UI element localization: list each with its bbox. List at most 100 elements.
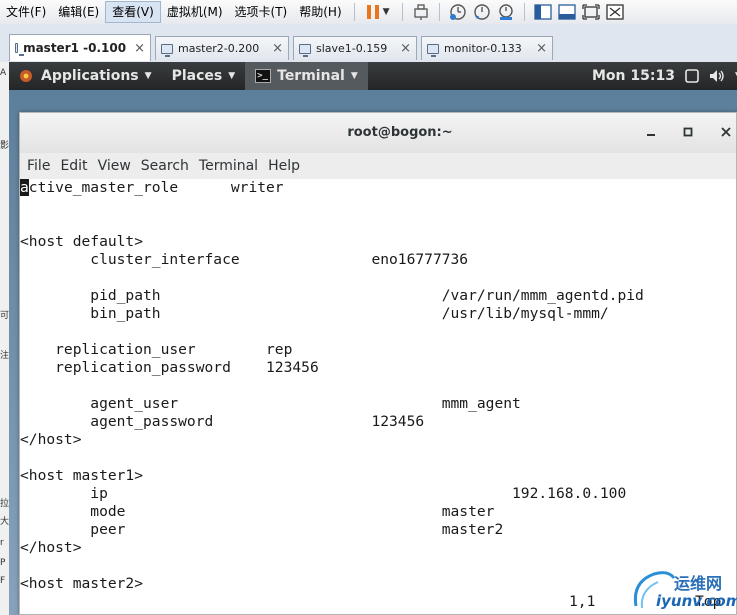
pause-icon (366, 5, 379, 19)
chevron-down-icon: ▼ (144, 71, 152, 81)
watermark-cn: 运维网 (674, 574, 723, 593)
terminal-app-menu[interactable]: >_ Terminal ▼ (245, 62, 368, 90)
places-menu[interactable]: Places ▼ (162, 62, 246, 90)
menu-file[interactable]: File (20, 158, 50, 174)
tab-slave1[interactable]: slave1-0.159 × (293, 36, 417, 60)
strip-glyph: P (0, 558, 6, 568)
terminal-line: <host master2> (20, 575, 144, 592)
strip-glyph: r (0, 538, 4, 548)
cursor-position: 1,1 (569, 593, 596, 610)
gnome-topbar: Applications ▼ Places ▼ >_ Terminal ▼ Mo… (9, 62, 737, 90)
volume-icon (710, 70, 724, 82)
menu-help[interactable]: 帮助(H) (293, 1, 347, 23)
fullscreen-icon (581, 4, 600, 20)
revert-snapshot-button[interactable] (472, 2, 492, 22)
show-library-button[interactable] (533, 2, 553, 22)
terminal-content[interactable]: active_master_role writer <host default> … (20, 179, 736, 614)
close-icon[interactable]: × (264, 41, 283, 56)
maximize-button[interactable] (679, 123, 697, 141)
terminal-line: <host default> (20, 233, 144, 250)
send-keys-icon (413, 4, 428, 20)
clock[interactable]: Mon 15:13 (592, 62, 675, 90)
snapshot-manager-button[interactable] (496, 2, 516, 22)
tab-label: slave1-0.159 (316, 42, 388, 55)
pause-dropdown-icon[interactable]: ▼ (383, 7, 390, 17)
tab-master1[interactable]: master1 -0.100 × (9, 34, 151, 61)
host-menubar: 文件(F) 编辑(E) 查看(V) 虚拟机(M) 选项卡(T) 帮助(H) ▼ (0, 0, 737, 25)
terminal-app-label: Terminal (277, 68, 345, 84)
fullscreen-button[interactable] (581, 2, 601, 22)
close-button[interactable] (717, 123, 735, 141)
vm-icon (299, 43, 311, 57)
thumbnail-icon (557, 4, 576, 20)
strip-glyph: 拉 (0, 499, 9, 509)
tab-monitor[interactable]: monitor-0.133 × (421, 36, 553, 60)
window-title: root@bogon:~ (347, 125, 453, 140)
applications-menu[interactable]: Applications ▼ (9, 62, 162, 90)
vm-icon (15, 43, 25, 56)
watermark-en: iyunv.com (656, 592, 737, 610)
menu-terminal[interactable]: Terminal (192, 158, 258, 174)
maximize-icon (683, 127, 693, 137)
terminal-line: bin_path /usr/lib/mysql-mmm/ (20, 305, 609, 322)
menu-help[interactable]: Help (261, 158, 300, 174)
tab-label: monitor-0.133 (444, 42, 522, 55)
terminal-line: cluster_interface eno16777736 (20, 251, 469, 268)
strip-glyph: F (0, 576, 6, 586)
strip-glyph: 可 (0, 311, 9, 321)
terminal-line: agent_user mmm_agent (20, 395, 521, 412)
vm-icon (427, 43, 439, 57)
strip-glyph: 大 (0, 517, 9, 527)
menu-edit[interactable]: Edit (53, 158, 87, 174)
terminal-line: ip 192.168.0.100 (20, 485, 627, 502)
show-library-icon (533, 4, 552, 20)
strip-glyph: A (0, 68, 7, 78)
terminal-icon: >_ (255, 69, 272, 83)
watermark: 运维网 iyunv.com (628, 566, 737, 615)
menu-tabs[interactable]: 选项卡(T) (229, 1, 294, 23)
terminal-titlebar[interactable]: root@bogon:~ (20, 113, 736, 153)
terminal-line: replication_password 123456 (20, 359, 319, 376)
terminal-line: </host> (20, 539, 82, 556)
unity-button[interactable] (605, 2, 625, 22)
close-icon (721, 127, 731, 137)
menu-view[interactable]: View (91, 158, 131, 174)
menu-edit[interactable]: 编辑(E) (52, 1, 105, 23)
vm-tabbar: master1 -0.100 × master2-0.200 × slave1-… (0, 24, 737, 63)
chevron-down-icon: ▼ (228, 71, 236, 81)
send-keys-button[interactable] (411, 2, 431, 22)
menu-file[interactable]: 文件(F) (0, 1, 52, 23)
terminal-window: root@bogon:~ File Edit View Search Termi… (19, 112, 737, 615)
minimize-button[interactable] (642, 123, 660, 141)
strip-glyph: 注 (0, 351, 9, 361)
toolbar-separator (438, 3, 440, 21)
pause-button[interactable] (363, 2, 383, 22)
tab-master2[interactable]: master2-0.200 × (155, 36, 289, 60)
menu-vm[interactable]: 虚拟机(M) (161, 1, 229, 23)
vm-icon (161, 43, 173, 57)
thumbnail-button[interactable] (557, 2, 577, 22)
snapshot-manager-icon (498, 4, 513, 20)
snapshot-icon (449, 4, 466, 20)
places-label: Places (171, 68, 223, 84)
terminal-line: mode master (20, 503, 495, 520)
terminal-line: pid_path /var/run/mmm_agentd.pid (20, 287, 644, 304)
tab-label: master2-0.200 (178, 42, 260, 55)
chevron-down-icon: ▼ (350, 71, 358, 81)
revert-snapshot-icon (473, 4, 490, 20)
terminal-line: peer master2 (20, 521, 504, 538)
screen-icon (685, 69, 699, 83)
menu-view[interactable]: 查看(V) (105, 1, 161, 23)
terminal-line: <host master1> (20, 467, 144, 484)
close-icon[interactable]: × (528, 41, 547, 56)
terminal-line: agent_password 123456 (20, 413, 425, 430)
close-icon[interactable]: × (392, 41, 411, 56)
menu-search[interactable]: Search (134, 158, 189, 174)
text-cursor: a (20, 179, 29, 196)
snapshot-button[interactable] (448, 2, 468, 22)
terminal-line: active_master_role writer (20, 179, 284, 196)
strip-glyph: 影 (0, 141, 9, 151)
system-status[interactable]: ▼ (685, 62, 737, 90)
minimize-icon (647, 134, 655, 136)
close-icon[interactable]: × (126, 41, 145, 56)
